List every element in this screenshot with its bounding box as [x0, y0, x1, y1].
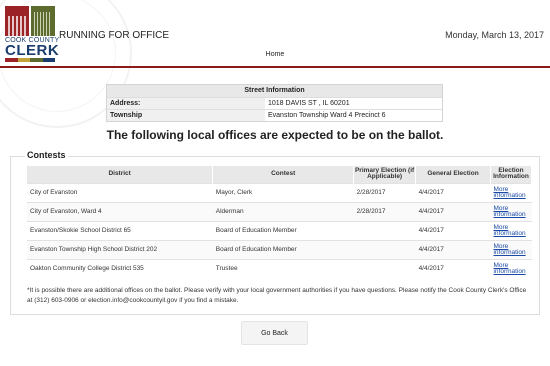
- district-cell: Evanston/Skokie School District 65: [27, 220, 213, 240]
- table-row: City of Evanston, Ward 4 Alderman 2/28/2…: [27, 201, 532, 221]
- general-election-cell: 4/4/2017: [415, 220, 491, 240]
- logo-bar-segment: [30, 58, 43, 62]
- district-cell: City of Evanston: [27, 182, 213, 202]
- more-information-link[interactable]: More information: [493, 243, 525, 256]
- contests-table: District Contest Primary Election (if Ap…: [27, 166, 533, 278]
- column-header-election-information: Election Information: [490, 166, 533, 183]
- general-election-cell: 4/4/2017: [415, 182, 491, 202]
- home-link[interactable]: Home: [0, 51, 550, 58]
- contests-section: Contests District Contest Primary Electi…: [10, 150, 540, 315]
- street-information-table: Street Information Address: 1018 DAVIS S…: [106, 84, 443, 122]
- district-cell: City of Evanston, Ward 4: [27, 201, 213, 221]
- address-value: 1018 DAVIS ST , IL 60201: [268, 100, 350, 107]
- site-title: RUNNING FOR OFFICE: [59, 30, 169, 41]
- logo-color-bar: [5, 58, 55, 62]
- table-row: City of Evanston Mayor, Clerk 2/28/2017 …: [27, 182, 532, 202]
- more-information-cell: More information: [490, 239, 532, 259]
- column-header-primary-election: Primary Election (if Applicable): [353, 166, 417, 183]
- primary-election-cell: 2/28/2017: [353, 182, 416, 202]
- district-cell: Evanston Township High School District 2…: [27, 239, 213, 259]
- contest-cell: Board of Education Member: [212, 239, 354, 259]
- more-information-cell: More information: [490, 182, 532, 202]
- more-information-link[interactable]: More information: [493, 262, 525, 275]
- ballot-footnote: *It is possible there are additional off…: [27, 287, 527, 304]
- general-election-cell: 4/4/2017: [415, 258, 491, 278]
- more-information-cell: More information: [490, 220, 532, 240]
- contests-legend: Contests: [25, 150, 68, 160]
- district-cell: Oakton Community College District 535: [27, 258, 213, 278]
- contest-cell: Board of Education Member: [212, 220, 354, 240]
- city-skyline-icon: [5, 6, 29, 36]
- primary-election-cell: 2/28/2017: [353, 201, 416, 221]
- township-row: Township Evanston Township Ward 4 Precin…: [107, 109, 442, 121]
- contest-cell: Trustee: [212, 258, 354, 278]
- site-header: COOK COUNTY CLERK RUNNING FOR OFFICE Mon…: [0, 0, 550, 68]
- ballot-headline: The following local offices are expected…: [106, 128, 444, 142]
- street-information-heading: Street Information: [107, 85, 442, 97]
- table-row: Oakton Community College District 535 Tr…: [27, 258, 532, 278]
- contest-cell: Mayor, Clerk: [212, 182, 354, 202]
- more-information-cell: More information: [490, 258, 532, 278]
- go-back-button[interactable]: Go Back: [241, 321, 308, 345]
- logo-bar-segment: [42, 58, 55, 62]
- more-information-link[interactable]: More information: [493, 205, 525, 218]
- table-row: Evanston Township High School District 2…: [27, 239, 532, 259]
- column-header-district: District: [27, 166, 214, 183]
- table-row: Evanston/Skokie School District 65 Board…: [27, 220, 532, 240]
- contest-cell: Alderman: [212, 201, 354, 221]
- logo-bar-segment: [17, 58, 30, 62]
- more-information-cell: More information: [490, 201, 532, 221]
- logo-bar-segment: [5, 58, 18, 62]
- column-header-general-election: General Election: [415, 166, 491, 183]
- primary-election-cell: [353, 258, 416, 278]
- township-value: Evanston Township Ward 4 Precinct 6: [268, 112, 386, 119]
- primary-election-cell: [353, 239, 416, 259]
- more-information-link[interactable]: More information: [493, 224, 525, 237]
- wheat-icon: [31, 6, 55, 36]
- more-information-link[interactable]: More information: [493, 186, 525, 199]
- general-election-cell: 4/4/2017: [415, 239, 491, 259]
- general-election-cell: 4/4/2017: [415, 201, 491, 221]
- address-row: Address: 1018 DAVIS ST , IL 60201: [107, 97, 442, 109]
- township-label: Township: [107, 110, 265, 121]
- column-header-contest: Contest: [212, 166, 355, 183]
- address-label: Address:: [107, 98, 265, 109]
- primary-election-cell: [353, 220, 416, 240]
- current-date: Monday, March 13, 2017: [445, 30, 544, 40]
